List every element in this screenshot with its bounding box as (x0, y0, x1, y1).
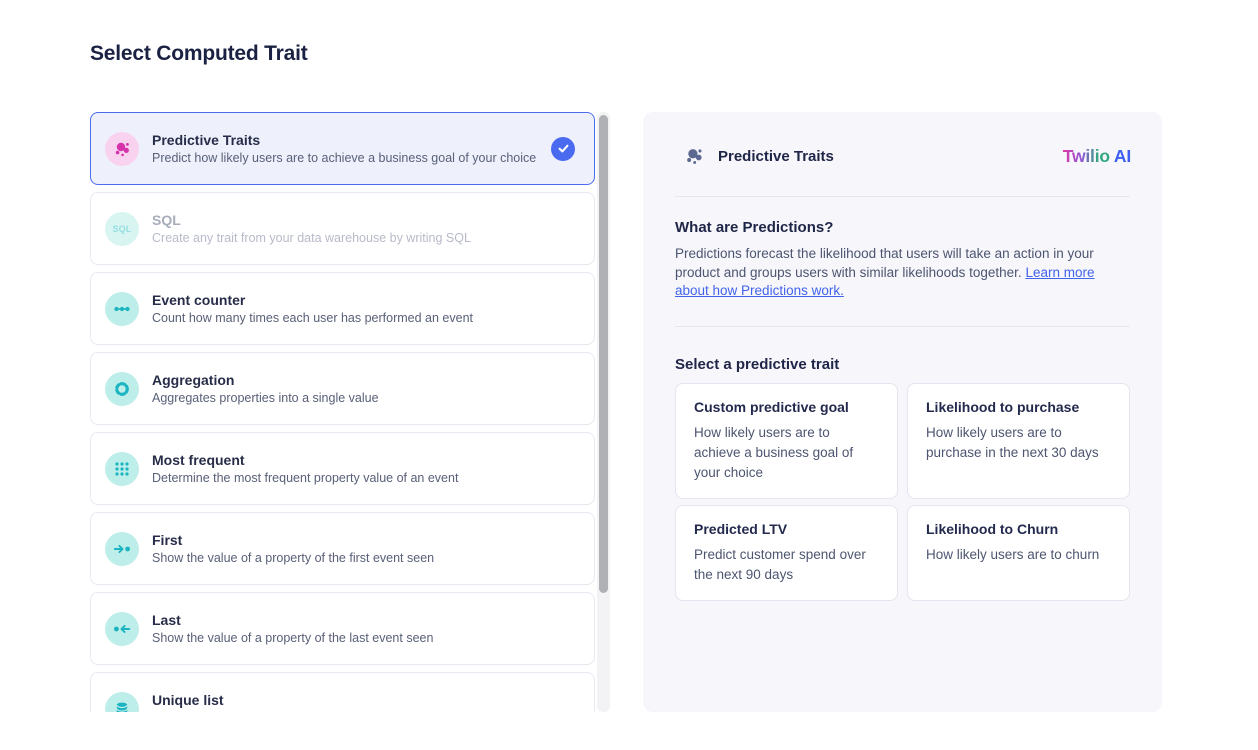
first-arrow-icon (105, 532, 139, 566)
card-likelihood-to-churn[interactable]: Likelihood to Churn How likely users are… (907, 505, 1130, 601)
event-counter-dots-icon (105, 292, 139, 326)
item-description: Determine the most frequent property val… (152, 470, 458, 487)
card-likelihood-to-purchase[interactable]: Likelihood to purchase How likely users … (907, 383, 1130, 499)
card-custom-predictive-goal[interactable]: Custom predictive goal How likely users … (675, 383, 898, 499)
aggregation-ring-icon (105, 372, 139, 406)
card-description: How likely users are to purchase in the … (926, 423, 1111, 463)
predictive-trait-select-section: Select a predictive trait Custom predict… (643, 356, 1162, 601)
item-description: Create any trait from your data warehous… (152, 230, 471, 247)
grid-dots-icon (105, 452, 139, 486)
list-item-predictive-traits[interactable]: Predictive Traits Predict how likely use… (90, 112, 595, 185)
card-description: How likely users are to achieve a busine… (694, 423, 879, 483)
item-title: First (152, 531, 434, 550)
list-item-sql[interactable]: SQL SQL Create any trait from your data … (90, 192, 595, 265)
item-description (152, 710, 224, 713)
card-title: Predicted LTV (694, 521, 879, 537)
detail-panel-header: Predictive Traits Twilio AI (643, 112, 1162, 167)
item-title: Unique list (152, 691, 224, 710)
item-title: Most frequent (152, 451, 458, 470)
list-item-event-counter[interactable]: Event counter Count how many times each … (90, 272, 595, 345)
list-item-aggregation[interactable]: Aggregation Aggregates properties into a… (90, 352, 595, 425)
card-title: Likelihood to purchase (926, 399, 1111, 415)
item-title: Last (152, 611, 433, 630)
predictive-traits-cluster-icon (105, 132, 139, 166)
card-description: Predict customer spend over the next 90 … (694, 545, 879, 585)
list-item-first[interactable]: First Show the value of a property of th… (90, 512, 595, 585)
last-arrow-icon (105, 612, 139, 646)
page-title: Select Computed Trait (90, 42, 308, 66)
trait-type-list: Predictive Traits Predict how likely use… (90, 112, 595, 712)
item-description: Count how many times each user has perfo… (152, 310, 473, 327)
detail-panel-title: Predictive Traits (718, 148, 834, 165)
list-item-most-frequent[interactable]: Most frequent Determine the most frequen… (90, 432, 595, 505)
sql-icon: SQL (105, 212, 139, 246)
selected-check-icon (551, 137, 575, 161)
predictions-body: Predictions forecast the likelihood that… (675, 245, 1130, 301)
item-title: Aggregation (152, 371, 379, 390)
predictions-about-section: What are Predictions? Predictions foreca… (643, 219, 1162, 301)
list-item-unique-list[interactable]: Unique list (90, 672, 595, 712)
predictive-traits-cluster-icon-gray (683, 145, 705, 167)
divider (675, 326, 1130, 327)
card-title: Likelihood to Churn (926, 521, 1111, 537)
predictive-trait-cards: Custom predictive goal How likely users … (675, 383, 1130, 601)
predictive-traits-detail-panel: Predictive Traits Twilio AI What are Pre… (643, 112, 1162, 712)
list-scrollbar-track[interactable] (597, 112, 610, 712)
card-description: How likely users are to churn (926, 545, 1111, 565)
item-title: Event counter (152, 291, 473, 310)
select-trait-heading: Select a predictive trait (675, 356, 1130, 373)
list-item-last[interactable]: Last Show the value of a property of the… (90, 592, 595, 665)
item-description: Predict how likely users are to achieve … (152, 150, 536, 167)
list-scrollbar-thumb[interactable] (599, 115, 608, 593)
card-title: Custom predictive goal (694, 399, 879, 415)
item-description: Show the value of a property of the last… (152, 630, 433, 647)
item-description: Show the value of a property of the firs… (152, 550, 434, 567)
item-description: Aggregates properties into a single valu… (152, 390, 379, 407)
predictions-heading: What are Predictions? (675, 219, 1130, 236)
card-predicted-ltv[interactable]: Predicted LTV Predict customer spend ove… (675, 505, 898, 601)
item-title: Predictive Traits (152, 131, 536, 150)
divider (675, 196, 1130, 197)
item-title: SQL (152, 211, 471, 230)
twilio-ai-logo: Twilio AI (1063, 146, 1131, 167)
database-icon (105, 692, 139, 713)
